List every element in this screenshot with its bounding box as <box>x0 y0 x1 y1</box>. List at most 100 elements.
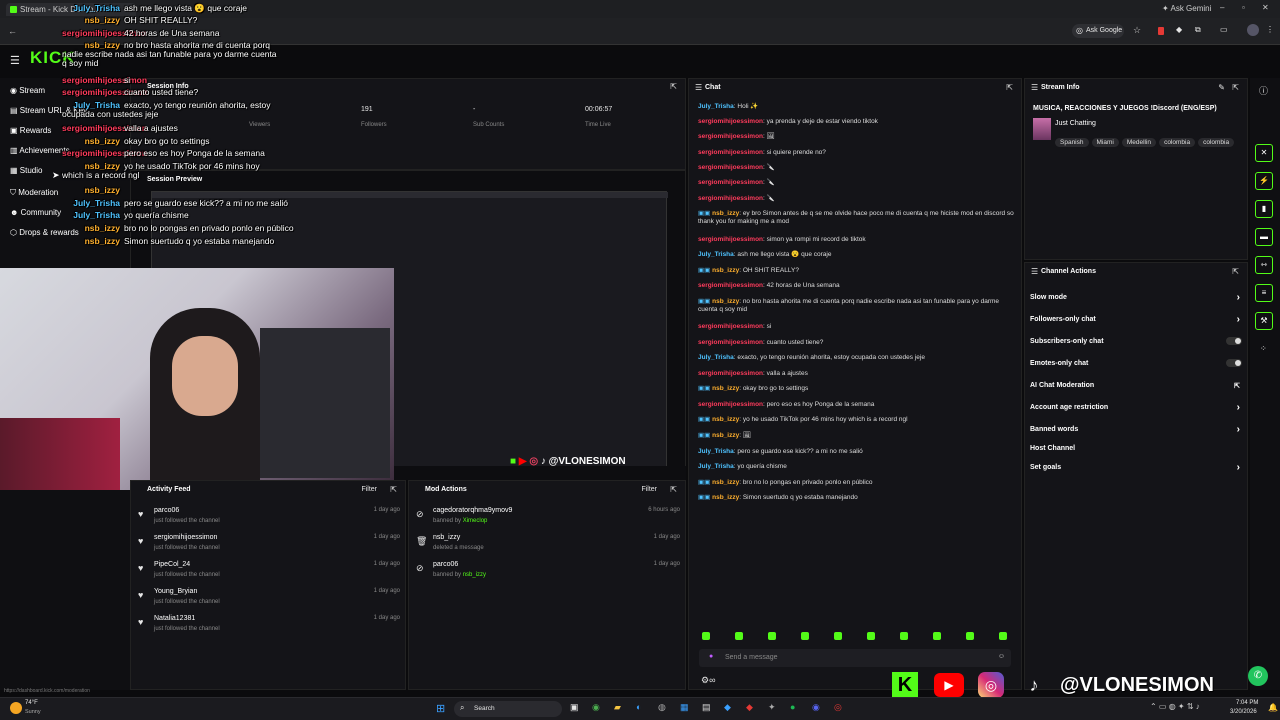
activity-item[interactable]: ♥ Natalia12381 just followed the channel 1 … <box>138 614 400 638</box>
chat-message[interactable]: sergiomihijoessimon: simon ya rompi mi r… <box>698 236 1016 244</box>
chat-message[interactable]: sergiomihijoessimon: 42 horas de Una sem… <box>698 282 1016 290</box>
popout-icon[interactable]: ⇱ <box>1232 83 1239 92</box>
chat-username[interactable]: sergiomihijoessimon <box>698 133 763 140</box>
star-icon[interactable]: ☆ <box>1133 25 1141 36</box>
chat-message[interactable]: ▣▣ nsb_izzy: yo he usado TikTok por 46 m… <box>698 416 1016 424</box>
chat-username[interactable]: sergiomihijoessimon <box>698 164 763 171</box>
chat-username[interactable]: nsb_izzy <box>712 385 739 392</box>
channel-action-row[interactable]: Account age restriction › <box>1030 402 1242 413</box>
chat-username[interactable]: nsb_izzy <box>712 479 739 486</box>
chat-message[interactable]: sergiomihijoessimon: 🖼 <box>698 133 1016 141</box>
sidebar-item-studio[interactable]: ▦ Studio <box>10 166 42 175</box>
info-circle-icon[interactable]: ⓘ <box>1259 84 1268 97</box>
toggle-switch[interactable] <box>1226 359 1242 367</box>
activity-filter-button[interactable]: Filter <box>361 486 377 493</box>
activity-item[interactable]: ♥ parco06 just followed the channel 1 day a… <box>138 506 400 530</box>
close-window-icon[interactable]: ✕ <box>1262 3 1269 12</box>
help-chat-icon[interactable]: ✆ <box>1248 666 1268 686</box>
activity-username[interactable]: sergiomihijoessimon <box>154 534 217 541</box>
activity-item[interactable]: ♥ Young_Bryian just followed the channel 1 … <box>138 587 400 611</box>
external-link-icon[interactable]: ⇱ <box>1234 382 1240 390</box>
chat-username[interactable]: nsb_izzy <box>712 494 739 501</box>
activity-item[interactable]: ♥ sergiomihijoessimon just followed the ch… <box>138 533 400 557</box>
chat-message[interactable]: sergiomihijoessimon: 🔪 <box>698 195 1016 203</box>
chat-message[interactable]: sergiomihijoessimon: valla a ajustes <box>698 370 1016 378</box>
emote-icon[interactable] <box>966 632 974 640</box>
gemini-button[interactable]: ✦ Ask Gemini <box>1162 4 1211 13</box>
activity-username[interactable]: Natalia12381 <box>154 615 195 622</box>
rail-clipboard-icon[interactable]: ▮ <box>1255 200 1273 218</box>
activity-item[interactable]: ♥ PipeCol_24 just followed the channel 1 da… <box>138 560 400 584</box>
task-view-icon[interactable]: ▣ <box>570 702 579 713</box>
emote-icon[interactable] <box>702 632 710 640</box>
discord-icon[interactable]: ◉ <box>812 702 820 713</box>
chevron-right-icon[interactable]: › <box>1237 424 1240 435</box>
rail-flash-icon[interactable]: ⚡ <box>1255 172 1273 190</box>
chat-message[interactable]: sergiomihijoessimon: ya prenda y deje de… <box>698 118 1016 126</box>
sidebar-item-rewards[interactable]: ▣ Rewards <box>10 126 51 135</box>
app-icon[interactable]: ▤ <box>702 702 711 713</box>
chat-username[interactable]: sergiomihijoessimon <box>698 401 763 408</box>
chat-username[interactable]: July_Trisha <box>698 251 734 258</box>
edit-pencil-icon[interactable]: ✎ <box>1218 83 1225 92</box>
chat-message[interactable]: ▣▣ nsb_izzy: okay bro go to settings <box>698 385 1016 393</box>
extension-diamond-icon[interactable]: ◆ <box>1176 25 1182 34</box>
chat-username[interactable]: sergiomihijoessimon <box>698 282 763 289</box>
file-explorer-icon[interactable]: ▰ <box>614 702 621 713</box>
emote-icon[interactable] <box>900 632 908 640</box>
sidebar-item-achievements[interactable]: ▥ Achievements <box>10 146 70 155</box>
chat-username[interactable]: sergiomihijoessimon <box>698 323 763 330</box>
rail-apps-icon[interactable]: ⁘ <box>1260 344 1267 353</box>
chevron-right-icon[interactable]: › <box>1237 462 1240 473</box>
chat-username[interactable]: July_Trisha <box>698 354 734 361</box>
chevron-right-icon[interactable]: › <box>1237 292 1240 303</box>
extension-icon[interactable] <box>1158 27 1164 35</box>
windows-start-icon[interactable]: ⊞ <box>436 702 445 715</box>
chat-message[interactable]: sergiomihijoessimon: 🔪 <box>698 179 1016 187</box>
chat-username[interactable]: sergiomihijoessimon <box>698 149 763 156</box>
chat-message[interactable]: July_Trisha: exacto, yo tengo reunión ah… <box>698 354 1016 362</box>
store-icon[interactable]: ▦ <box>680 702 689 713</box>
chat-username[interactable]: nsb_izzy <box>712 432 739 439</box>
chat-message[interactable]: ▣▣ nsb_izzy: 🖼 <box>698 432 1016 440</box>
activity-username[interactable]: Young_Bryian <box>154 588 197 595</box>
sidepanel-icon[interactable]: ▭ <box>1220 25 1228 34</box>
channel-action-row[interactable]: Emotes-only chat <box>1030 359 1242 367</box>
ask-google-button[interactable]: ◎ Ask Google <box>1072 24 1124 38</box>
chat-settings-icon[interactable]: ⚙∞ <box>701 675 715 686</box>
emote-icon[interactable] <box>768 632 776 640</box>
app-icon[interactable]: ◆ <box>746 702 753 713</box>
chat-message[interactable]: ▣▣ nsb_izzy: no bro hasta ahorita me di … <box>698 298 1016 314</box>
back-icon[interactable]: ← <box>8 26 17 36</box>
mod-action-target[interactable]: nsb_izzy <box>433 534 460 541</box>
mod-action-item[interactable]: ⊘ parco06 banned by nsb_izzy 1 day ago <box>416 560 680 584</box>
chat-username[interactable]: sergiomihijoessimon <box>698 236 763 243</box>
emote-icon[interactable] <box>735 632 743 640</box>
chat-username[interactable]: sergiomihijoessimon <box>698 118 763 125</box>
chat-message[interactable]: sergiomihijoessimon: si quiere prende no… <box>698 149 1016 157</box>
chat-input[interactable]: ● Send a message ☺ <box>699 649 1011 667</box>
popout-icon[interactable]: ⇱ <box>670 485 677 494</box>
chat-username[interactable]: sergiomihijoessimon <box>698 339 763 346</box>
emote-icon[interactable] <box>834 632 842 640</box>
chat-message[interactable]: July_Trisha: ash me llego vista 😮 que co… <box>698 251 1016 259</box>
app-icon[interactable]: ✦ <box>768 702 776 713</box>
channel-action-row[interactable]: Subscribers-only chat <box>1030 337 1242 345</box>
chat-message[interactable]: ▣▣ nsb_izzy: bro no lo pongas en privado… <box>698 479 1016 487</box>
taskbar-search[interactable]: ⌕ Search <box>454 701 562 717</box>
popout-icon[interactable]: ⇱ <box>1232 267 1239 276</box>
mod-action-item[interactable]: ⊘ cagedoratorqhma9ymov9 banned by Ximeclop… <box>416 506 680 530</box>
channel-action-row[interactable]: Banned words › <box>1030 424 1242 435</box>
rail-wrench-icon[interactable]: ⚒ <box>1255 312 1273 330</box>
chat-username[interactable]: nsb_izzy <box>712 298 739 305</box>
chat-message[interactable]: July_Trisha: pero se guardo ese kick?? a… <box>698 448 1016 456</box>
chevron-right-icon[interactable]: › <box>1237 402 1240 413</box>
emote-icon[interactable] <box>999 632 1007 640</box>
notification-bell-icon[interactable]: 🔔 <box>1268 703 1278 712</box>
chat-message[interactable]: ▣▣ nsb_izzy: OH SHIT REALLY? <box>698 267 1016 275</box>
maximize-icon[interactable]: ▫ <box>1242 3 1245 12</box>
emote-icon[interactable] <box>801 632 809 640</box>
chat-username[interactable]: July_Trisha <box>698 463 734 470</box>
channel-action-row[interactable]: Host Channel <box>1030 445 1242 452</box>
chevron-right-icon[interactable]: › <box>1237 314 1240 325</box>
